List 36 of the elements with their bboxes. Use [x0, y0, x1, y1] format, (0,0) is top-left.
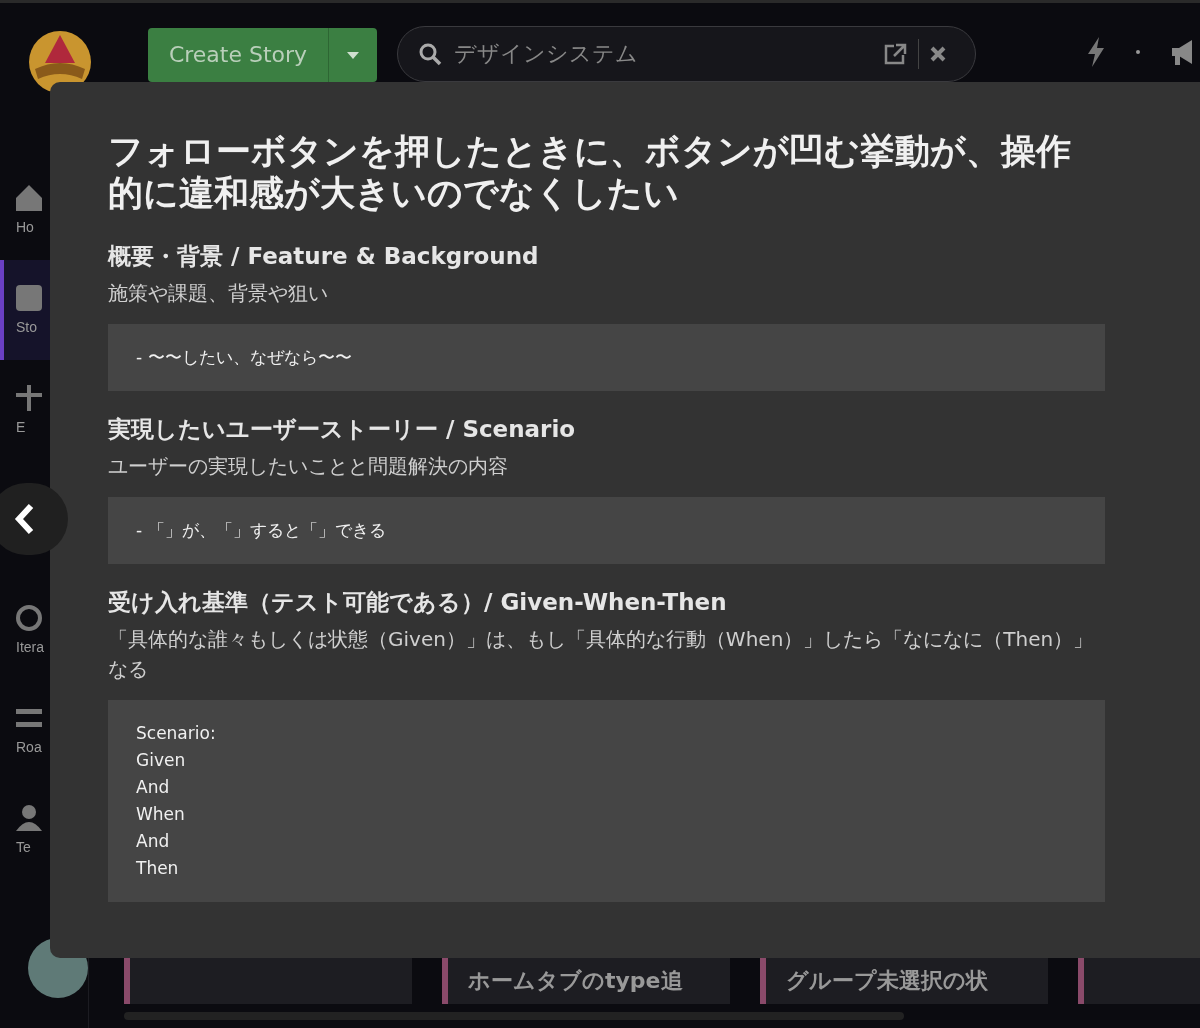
- sidebar-item[interactable]: Itera: [0, 580, 88, 680]
- text-line: And: [136, 776, 171, 799]
- sidebar-item[interactable]: Ho: [0, 160, 88, 260]
- text-line: - 〜〜したい、なぜなら〜〜: [136, 346, 353, 369]
- search-icon: [418, 41, 442, 66]
- external-link-icon: [882, 41, 908, 66]
- nav-icon: [16, 185, 42, 211]
- search-input[interactable]: デザインシステム: [452, 40, 872, 67]
- text-line: - 「」が、「」すると「」できる: [136, 519, 387, 542]
- section-description: 施策や課題、背景や狙い: [108, 280, 329, 307]
- sidebar-item[interactable]: Te: [0, 780, 88, 880]
- text-line: Given: [136, 749, 187, 772]
- sidebar-item[interactable]: E: [0, 360, 88, 460]
- dropdown-button[interactable]: [328, 27, 377, 82]
- lightning-icon: [1086, 36, 1106, 67]
- nav-icon: [16, 385, 42, 411]
- sidebar-item[interactable]: Roa: [0, 680, 88, 780]
- search-field[interactable]: デザインシステム: [397, 25, 976, 82]
- story-title: フォローボタンを押したときに、ボタンが凹む挙動が、操作的に違和感が大きいのでなくしたい: [108, 130, 1072, 214]
- section-description: ユーザーの実現したいことと問題解決の内容: [108, 453, 509, 480]
- nav-icon: [16, 285, 42, 311]
- dot-icon: [1136, 49, 1140, 54]
- text-line: When: [136, 803, 186, 826]
- text-line: And: [136, 830, 171, 853]
- section-heading: 実現したいユーザーストーリー / Scenario: [108, 415, 577, 444]
- section-description: 「具体的な誰々もしくは状態（Given）」は、もし「具体的な行動（When）」したら「なになに（Then）」なる: [108, 626, 1095, 683]
- section-heading: 受け入れ基準（テスト可能である）/ Given-When-Then: [108, 588, 728, 617]
- close-icon: [929, 44, 947, 63]
- nav-icon: [16, 805, 42, 831]
- section-heading: 概要・背景 / Feature & Background: [108, 242, 540, 271]
- nav-icon: [16, 605, 42, 631]
- caret-icon: [347, 52, 359, 59]
- chevron-left-icon: [13, 503, 35, 535]
- previous-button[interactable]: [0, 483, 68, 555]
- text-line: Scenario:: [136, 722, 217, 745]
- text-line: Then: [136, 857, 180, 880]
